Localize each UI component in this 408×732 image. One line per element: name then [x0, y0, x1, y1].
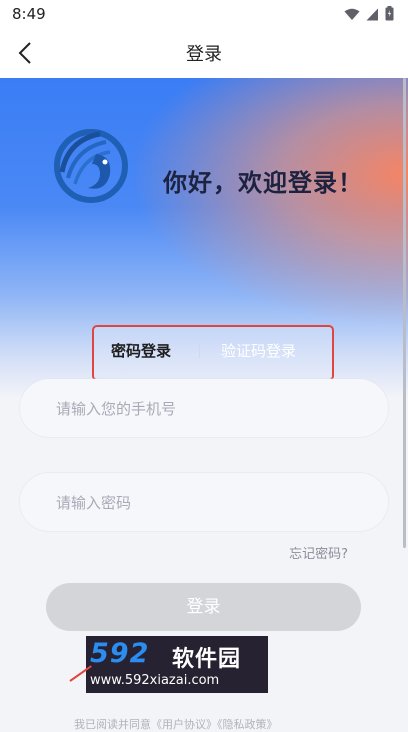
status-bar: 8:49: [0, 0, 408, 28]
password-input[interactable]: [54, 473, 368, 533]
phone-field: [20, 379, 388, 439]
phoenix-logo-icon: [54, 129, 128, 203]
nav-bar: 登录: [0, 28, 408, 78]
watermark-url: www.592xiazai.com: [90, 673, 220, 688]
agreement-text[interactable]: 我已阅读并同意《用户协议》《隐私政策》: [74, 716, 278, 732]
tab-password-login[interactable]: 密码登录: [111, 340, 171, 361]
scrollbar[interactable]: [403, 78, 406, 548]
app-logo: [50, 122, 132, 210]
watermark: 592 软件园 www.592xiazai.com: [86, 636, 268, 693]
password-field: [20, 473, 388, 533]
watermark-text: 软件园: [172, 647, 242, 672]
status-time: 8:49: [12, 5, 46, 23]
phone-input[interactable]: [54, 379, 368, 439]
login-button[interactable]: 登录: [46, 583, 361, 631]
page-title: 登录: [186, 44, 222, 65]
status-icons: [344, 6, 394, 25]
forgot-password-link[interactable]: 忘记密码?: [289, 543, 348, 562]
watermark-digits: 592: [90, 638, 150, 669]
tab-sms-login[interactable]: 验证码登录: [221, 340, 296, 361]
welcome-greeting: 你好，欢迎登录！: [163, 169, 363, 197]
battery-icon: [385, 6, 394, 25]
tab-divider: [199, 344, 200, 358]
signal-icon: [366, 6, 379, 25]
wifi-icon: [344, 6, 360, 25]
login-type-tabs: 密码登录 验证码登录: [92, 325, 338, 383]
